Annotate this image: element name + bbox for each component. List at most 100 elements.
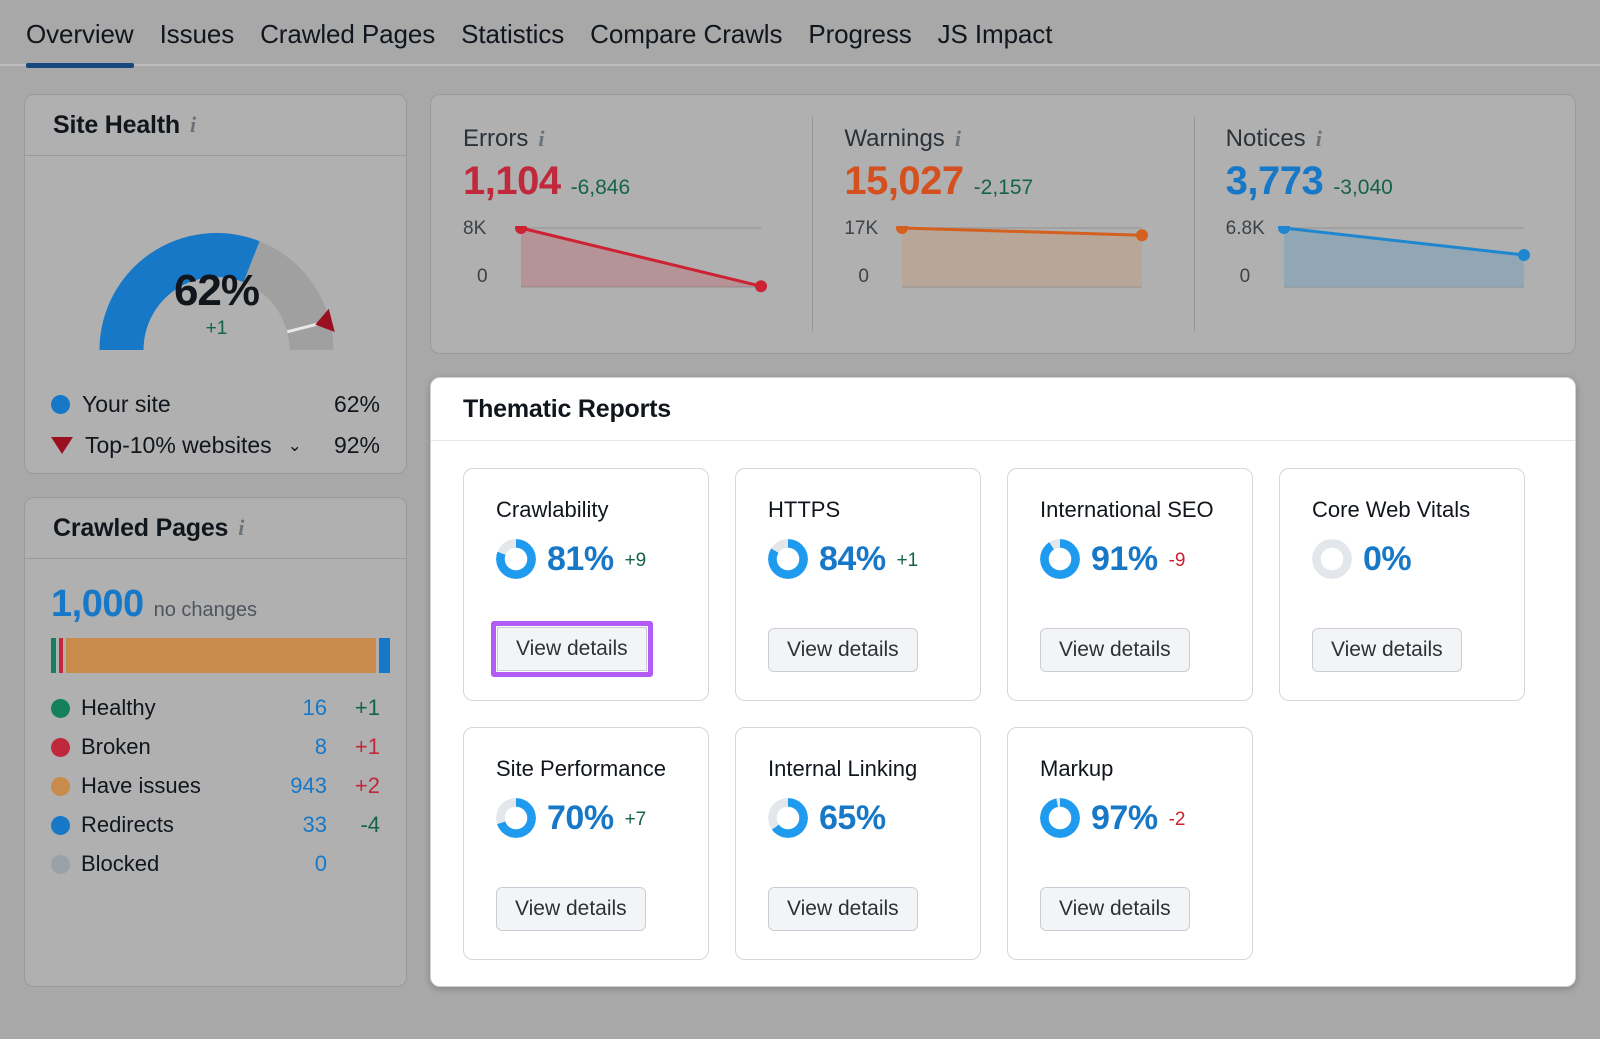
stat-card-value-row: 1,104 -6,846 [463,159,812,204]
crawled-pages-title: Crawled Pages [53,514,228,543]
legend-label: Top-10% websites [85,432,272,459]
thematic-card-title: HTTPS [768,497,980,523]
stat-card-sparkline: 17K0 [844,226,1144,298]
view-details-button[interactable]: View details [1040,887,1190,931]
status-dot-icon [51,699,70,718]
legend-triangle-icon [51,437,73,454]
stat-card-title: Notices [1226,125,1306,153]
tab-list: Overview Issues Crawled Pages Statistics Com… [0,0,1600,66]
thematic-card-delta: -2 [1169,809,1186,831]
crawled-pages-row[interactable]: Healthy16+1 [51,695,380,721]
tab-overview[interactable]: Overview [26,19,134,66]
view-details-button[interactable]: View details [497,627,647,671]
crawled-pages-row-label: Broken [81,734,151,760]
info-icon[interactable]: i [955,126,961,152]
thematic-card-crawlability[interactable]: Crawlability81%+9View details [463,468,709,701]
view-details-wrapper: View details [1312,628,1462,672]
site-health-legend-row[interactable]: Top-10% websites ⌄ 92% [51,432,380,459]
thematic-card-https[interactable]: HTTPS 84%+1 View details [735,468,981,701]
crawled-pages-row-delta: -4 [338,812,380,838]
legend-value: 92% [334,432,380,459]
tab-crawled-pages[interactable]: Crawled Pages [260,19,435,66]
score-donut-icon [1312,539,1352,579]
site-audit-overview-page: Overview Issues Crawled Pages Statistics Com… [0,0,1600,1039]
thematic-card-percent: 70% [547,799,614,838]
crawled-pages-row[interactable]: Redirects 33 -4 [51,812,380,838]
tab-issues[interactable]: Issues [160,19,235,66]
view-details-button[interactable]: View details [768,628,918,672]
crawled-pages-legend: Healthy16+1 Broken 8 +1 Have issues943+2 Redi… [51,695,380,877]
stat-card-value: 1,104 [463,159,561,204]
info-icon[interactable]: i [538,126,544,152]
view-details-button[interactable]: View details [1312,628,1462,672]
crawled-pages-total: 1,000 no changes [51,583,380,626]
legend-dot-icon [51,395,70,414]
stat-card-warnings: Warningsi15,027-2,15717K0 [812,95,1193,353]
crawled-pages-change-note: no changes [154,599,257,622]
score-donut-icon [768,539,808,579]
thematic-card-score-row: 70%+7 [496,798,708,838]
crawled-pages-header: Crawled Pages i [25,498,406,559]
crawled-pages-row[interactable]: Have issues943+2 [51,773,380,799]
view-details-button[interactable]: View details [496,887,646,931]
stat-card-delta: -3,040 [1333,176,1393,200]
view-details-button[interactable]: View details [768,887,918,931]
crawled-pages-row-delta: +1 [338,734,380,760]
info-icon[interactable]: i [238,515,244,541]
thematic-card-score-row: 97% -2 [1040,798,1252,838]
crawled-pages-row-value: 33 [303,812,327,838]
status-dot-icon [51,738,70,757]
stat-card-delta: -6,846 [571,176,631,200]
tab-statistics[interactable]: Statistics [461,19,564,66]
crawled-pages-stacked-bar [51,638,380,673]
thematic-card-title: International SEO [1040,497,1252,523]
stat-card-header: Notices i [1226,125,1575,153]
chevron-down-icon[interactable]: ⌄ [288,436,302,456]
thematic-card-score-row: 84%+1 [768,539,980,579]
thematic-card-core-web-vitals[interactable]: Core Web Vitals 0% View details [1279,468,1525,701]
status-dot-icon [51,855,70,874]
thematic-card-percent: 65% [819,799,886,838]
sparkline-svg [844,226,1150,300]
site-health-delta: +1 [25,318,408,340]
crawled-pages-row-delta: +2 [338,773,380,799]
stat-card-errors: Errorsi1,104-6,8468K0 [431,95,812,353]
crawled-pages-bar-segment [51,638,56,673]
crawled-pages-row[interactable]: Broken 8 +1 [51,734,380,760]
crawled-pages-body: 1,000 no changes Healthy16+1 Broken 8 +1 Hav… [25,559,406,877]
crawled-pages-row-value: 8 [315,734,327,760]
view-details-button[interactable]: View details [1040,628,1190,672]
thematic-card-score-row: 65% [768,798,980,838]
issue-stats-panel: Errorsi1,104-6,8468K0Warningsi15,027-2,1… [430,94,1576,354]
site-health-legend-row: Your site62% [51,391,380,418]
thematic-card-site-performance[interactable]: Site Performance 70%+7 View details [463,727,709,960]
crawled-pages-row-label: Redirects [81,812,174,838]
stat-card-value: 15,027 [844,159,963,204]
view-details-wrapper: View details [768,628,918,672]
view-details-wrapper: View details [496,887,646,931]
info-icon[interactable]: i [1316,126,1322,152]
thematic-card-percent: 0% [1363,540,1411,579]
thematic-card-internal-linking[interactable]: Internal Linking 65% View details [735,727,981,960]
crawled-pages-panel: Crawled Pages i 1,000 no changes Healthy… [24,497,407,987]
tab-compare-crawls[interactable]: Compare Crawls [590,19,782,66]
legend-value: 62% [334,391,380,418]
tab-js-impact[interactable]: JS Impact [938,19,1053,66]
thematic-card-title: Internal Linking [768,756,980,782]
crawled-pages-row-label: Blocked [81,851,159,877]
thematic-card-markup[interactable]: Markup 97% -2 View details [1007,727,1253,960]
crawled-pages-bar-segment [59,638,63,673]
crawled-pages-row-value: 16 [303,695,327,721]
thematic-reports-title: Thematic Reports [463,395,671,424]
info-icon[interactable]: i [190,112,196,138]
tab-progress[interactable]: Progress [808,19,911,66]
sparkline-svg [463,226,769,300]
thematic-card-international-seo[interactable]: International SEO91%-9View details [1007,468,1253,701]
thematic-card-title: Core Web Vitals [1312,497,1524,523]
thematic-card-title: Markup [1040,756,1252,782]
stat-card-value-row: 15,027-2,157 [844,159,1193,204]
thematic-card-percent: 97% [1091,799,1158,838]
crawled-pages-row[interactable]: Blocked0 [51,851,380,877]
score-donut-icon [1040,798,1080,838]
thematic-card-title: Site Performance [496,756,708,782]
